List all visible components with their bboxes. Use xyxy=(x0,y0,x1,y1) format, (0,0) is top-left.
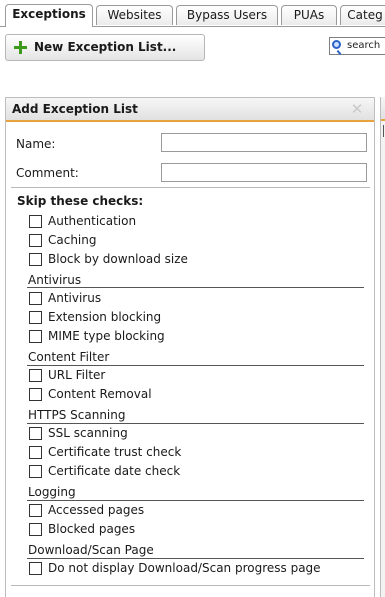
check-label: Authentication xyxy=(48,214,137,228)
tab-label: Categ xyxy=(347,8,383,22)
group-title-download-scan-page: Download/Scan Page xyxy=(28,543,154,557)
check-label: URL Filter xyxy=(48,368,106,382)
checkbox[interactable] xyxy=(29,253,42,266)
tab-categories[interactable]: Categ xyxy=(340,5,385,25)
check-label: Certificate date check xyxy=(48,464,181,478)
group-title-logging: Logging xyxy=(28,485,76,499)
group-divider xyxy=(27,423,364,424)
search-icon xyxy=(332,40,341,49)
checkbox[interactable] xyxy=(29,311,42,324)
group-divider xyxy=(27,365,364,366)
checkbox[interactable] xyxy=(29,292,42,305)
comment-field[interactable] xyxy=(161,163,367,182)
checkbox[interactable] xyxy=(29,562,42,575)
check-label: Certificate trust check xyxy=(48,445,182,459)
check-label: Antivirus xyxy=(48,291,102,305)
tab-label: PUAs xyxy=(293,8,325,22)
plus-icon xyxy=(14,41,27,54)
tab-label: Bypass Users xyxy=(186,8,268,22)
comment-label: Comment: xyxy=(16,166,79,180)
panel-header: Add Exception List ✕ xyxy=(6,98,374,122)
check-label: Blocked pages xyxy=(48,522,136,536)
divider xyxy=(11,187,370,188)
adjacent-panel-edge xyxy=(380,97,385,597)
tab-label: Exceptions xyxy=(12,7,86,21)
new-exception-list-button[interactable]: New Exception List... xyxy=(5,34,205,61)
group-divider xyxy=(27,558,364,559)
checkbox[interactable] xyxy=(29,523,42,536)
tab-label: Websites xyxy=(107,8,162,22)
group-title-antivirus: Antivirus xyxy=(28,273,82,287)
name-label: Name: xyxy=(16,137,56,151)
close-icon[interactable]: ✕ xyxy=(350,100,364,118)
checkbox[interactable] xyxy=(29,446,42,459)
tab-bar: Exceptions Websites Bypass Users PUAs Ca… xyxy=(0,0,385,27)
panel-title: Add Exception List xyxy=(12,102,138,116)
group-divider xyxy=(27,287,364,288)
checkbox[interactable] xyxy=(29,427,42,440)
tab-bypass-users[interactable]: Bypass Users xyxy=(176,5,278,25)
check-label: Content Removal xyxy=(48,387,152,401)
check-label: MIME type blocking xyxy=(48,329,165,343)
panel-edge-mark xyxy=(383,125,384,137)
skip-checks-heading: Skip these checks: xyxy=(17,194,144,208)
checkbox[interactable] xyxy=(29,504,42,517)
group-divider xyxy=(27,500,364,501)
checkbox[interactable] xyxy=(29,215,42,228)
checkbox[interactable] xyxy=(29,369,42,382)
checkbox[interactable] xyxy=(29,388,42,401)
tab-websites[interactable]: Websites xyxy=(96,5,173,25)
checkbox[interactable] xyxy=(29,330,42,343)
tab-exceptions[interactable]: Exceptions xyxy=(5,4,93,27)
check-label: Caching xyxy=(48,233,97,247)
check-label: Do not display Download/Scan progress pa… xyxy=(48,561,321,575)
group-title-content-filter: Content Filter xyxy=(28,350,110,364)
group-title-https-scanning: HTTPS Scanning xyxy=(28,408,126,422)
name-field[interactable] xyxy=(161,133,367,152)
tab-puas[interactable]: PUAs xyxy=(281,5,337,25)
divider xyxy=(11,585,370,586)
check-label: Block by download size xyxy=(48,252,188,266)
check-label: SSL scanning xyxy=(48,426,128,440)
add-exception-list-panel: Add Exception List ✕ Name: Comment: Skip… xyxy=(5,97,375,597)
checkbox[interactable] xyxy=(29,234,42,247)
search-label: search xyxy=(347,40,381,51)
search-input[interactable]: search xyxy=(329,37,385,55)
check-label: Extension blocking xyxy=(48,310,162,324)
checkbox[interactable] xyxy=(29,465,42,478)
check-label: Accessed pages xyxy=(48,503,145,517)
new-exception-list-label: New Exception List... xyxy=(34,40,177,54)
